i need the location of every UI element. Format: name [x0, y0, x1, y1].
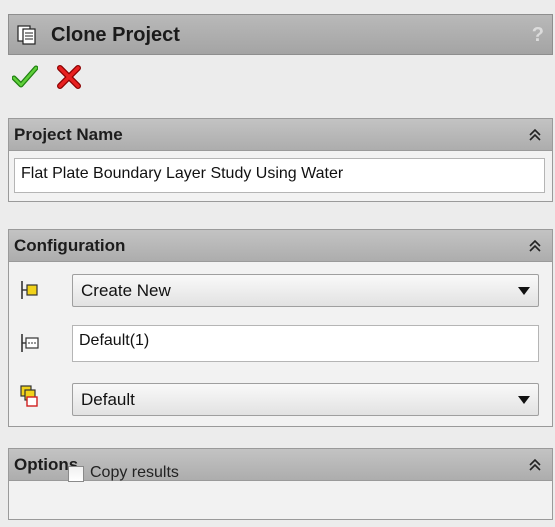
help-icon[interactable]: ? [532, 24, 544, 47]
collapse-chevron-icon[interactable] [528, 128, 542, 142]
dropdown-arrow-icon [518, 287, 530, 295]
copy-results-checkbox[interactable] [68, 466, 84, 482]
collapse-chevron-icon[interactable] [528, 239, 542, 253]
ok-checkmark-icon[interactable] [12, 64, 38, 90]
cancel-x-icon[interactable] [57, 65, 81, 89]
project-name-header[interactable]: Project Name [9, 119, 552, 151]
base-configuration-icon [20, 385, 38, 407]
base-configuration-select[interactable]: Default [72, 383, 539, 416]
configuration-name-icon [21, 334, 39, 352]
property-manager-titlebar: Clone Project ? [8, 14, 553, 55]
configuration-name-input[interactable]: Default(1) [72, 325, 539, 362]
window-title: Clone Project [51, 24, 180, 46]
copy-results-label[interactable]: Copy results [90, 464, 179, 482]
options-group: Options [8, 448, 553, 520]
configuration-mode-icon [21, 281, 38, 299]
configuration-mode-value: Create New [81, 281, 171, 300]
project-name-title: Project Name [14, 125, 123, 144]
configuration-title: Configuration [14, 236, 126, 255]
configuration-mode-select[interactable]: Create New [72, 274, 539, 307]
base-configuration-value: Default [81, 390, 135, 409]
collapse-chevron-icon[interactable] [528, 458, 542, 472]
configuration-group: Configuration Create New Default(1) Defa… [8, 229, 553, 427]
project-name-input[interactable]: Flat Plate Boundary Layer Study Using Wa… [14, 158, 545, 193]
dropdown-arrow-icon [518, 396, 530, 404]
clone-project-icon [17, 25, 36, 45]
configuration-header[interactable]: Configuration [9, 230, 552, 262]
project-name-group: Project Name Flat Plate Boundary Layer S… [8, 118, 553, 202]
